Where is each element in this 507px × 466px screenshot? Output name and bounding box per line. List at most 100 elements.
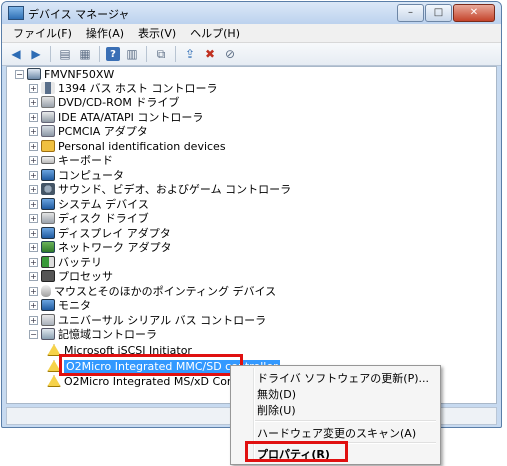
tree-item-keyboard[interactable]: + キーボード [29,153,113,167]
toolbar-separator [175,46,176,62]
expand-icon[interactable]: + [29,83,38,93]
tree-item-pcmcia[interactable]: + PCMCIA アダプタ [29,124,148,138]
maximize-icon: □ [433,7,444,18]
menu-separator [255,420,436,422]
expand-icon[interactable]: + [29,126,38,136]
back-icon[interactable]: ◀ [8,46,24,62]
menu-scan-hardware[interactable]: ハードウェア変更のスキャン(A) [257,425,416,441]
storage-controller-icon [41,328,55,340]
tree-root[interactable]: − FMVNF50XW [15,67,114,81]
tree-item-battery[interactable]: + バッテリ [29,255,102,269]
expand-icon[interactable]: + [29,141,38,151]
expand-icon[interactable]: + [29,271,38,281]
keyboard-icon [41,156,55,164]
expand-icon[interactable]: + [29,315,38,325]
expand-icon[interactable]: + [29,170,38,180]
menu-help[interactable]: ヘルプ(H) [183,25,247,41]
maximize-button[interactable]: □ [425,4,452,22]
view-icon[interactable]: ▥ [124,46,140,62]
help-icon[interactable]: ? [106,47,120,61]
menu-file[interactable]: ファイル(F) [6,25,79,41]
computer-icon [41,169,55,181]
tree-item-disk[interactable]: + ディスク ドライブ [29,211,149,225]
tree-item-computer[interactable]: + コンピュータ [29,168,124,182]
title-bar[interactable]: デバイス マネージャ – □ ✕ [2,2,501,24]
system-device-icon [41,198,55,210]
tree-item-network[interactable]: + ネットワーク アダプタ [29,240,172,254]
tree-item-storage[interactable]: − 記憶域コントローラ [29,327,157,341]
expand-icon[interactable]: + [29,155,38,165]
collapse-icon[interactable]: − [29,329,38,339]
tree-item-1394[interactable]: + 1394 バス ホスト コントローラ [29,81,217,95]
tree-item-usb[interactable]: + ユニバーサル シリアル バス コントローラ [29,313,266,327]
tree-item-dvd[interactable]: + DVD/CD-ROM ドライブ [29,95,179,109]
toolbar-separator [50,46,51,62]
disable-icon[interactable]: ⊘ [222,46,238,62]
expand-icon[interactable]: + [29,112,38,122]
close-icon: ✕ [469,7,479,18]
collapse-icon[interactable]: − [15,69,24,79]
tree-item-monitor[interactable]: + モニタ [29,298,91,312]
scan-hardware-icon[interactable]: ⧉ [153,46,169,62]
category-label: キーボード [58,154,113,167]
tree-item-system[interactable]: + システム デバイス [29,197,149,211]
tree-item-sound[interactable]: + サウンド、ビデオ、およびゲーム コントローラ [29,182,291,196]
expand-icon[interactable]: + [29,300,38,310]
category-label: 記憶域コントローラ [58,328,157,341]
menu-bar: ファイル(F) 操作(A) 表示(V) ヘルプ(H) [2,24,501,43]
tree-item-mouse[interactable]: + マウスとそのほかのポインティング デバイス [29,284,276,298]
usb-controller-icon [41,314,55,326]
expand-icon[interactable]: + [29,184,38,194]
expand-icon[interactable]: + [29,257,38,267]
category-label: プロセッサ [58,270,113,283]
expand-icon[interactable]: + [29,213,38,223]
window-title: デバイス マネージャ [28,8,130,21]
ide-controller-icon [41,111,55,123]
root-label: FMVNF50XW [44,67,115,81]
menu-view[interactable]: 表示(V) [131,25,183,41]
category-label: モニタ [58,299,91,312]
toolbar-separator [146,46,147,62]
category-label: Personal identification devices [58,139,226,153]
personal-id-device-icon [41,140,55,152]
menu-uninstall[interactable]: 削除(U) [257,402,296,418]
expand-icon[interactable]: + [29,97,38,107]
expand-icon[interactable]: + [29,199,38,209]
processor-icon [41,270,55,282]
uninstall-icon[interactable]: ✖ [202,46,218,62]
menu-action[interactable]: 操作(A) [79,25,131,41]
pcmcia-adapter-icon [41,125,55,137]
tree-item-ide[interactable]: + IDE ATA/ATAPI コントローラ [29,110,203,124]
menu-update-driver[interactable]: ドライバ ソフトウェアの更新(P)... [257,370,429,386]
device-manager-icon [8,6,24,20]
minimize-icon: – [408,7,413,18]
forward-icon[interactable]: ▶ [28,46,44,62]
expand-icon[interactable]: + [29,242,38,252]
minimize-button[interactable]: – [397,4,424,22]
update-driver-icon[interactable]: ⇪ [182,46,198,62]
category-label: PCMCIA アダプタ [58,125,148,138]
expand-icon[interactable]: + [29,228,38,238]
highlight-box-properties [245,441,348,462]
category-label: DVD/CD-ROM ドライブ [58,96,180,109]
category-label: ディスク ドライブ [58,212,149,225]
storage-device-icon [47,375,61,387]
speaker-icon [41,183,55,195]
properties-icon[interactable]: ▦ [77,46,93,62]
dvd-drive-icon [41,96,55,108]
show-hide-tree-icon[interactable]: ▤ [57,46,73,62]
highlight-box-selected-device [59,354,243,376]
close-button[interactable]: ✕ [453,4,495,22]
menu-disable[interactable]: 無効(D) [257,386,296,402]
expand-icon[interactable]: + [29,286,38,296]
toolbar-separator [99,46,100,62]
tree-item-processor[interactable]: + プロセッサ [29,269,113,283]
category-label: ネットワーク アダプタ [58,241,172,254]
toolbar: ◀ ▶ ▤ ▦ ? ▥ ⧉ ⇪ ✖ ⊘ [2,43,501,66]
mouse-icon [41,285,51,297]
tree-item-personal-id[interactable]: + Personal identification devices [29,139,226,153]
1394-controller-icon [41,82,55,94]
display-adapter-icon [41,227,55,239]
network-adapter-icon [41,241,55,253]
tree-item-display[interactable]: + ディスプレイ アダプタ [29,226,171,240]
